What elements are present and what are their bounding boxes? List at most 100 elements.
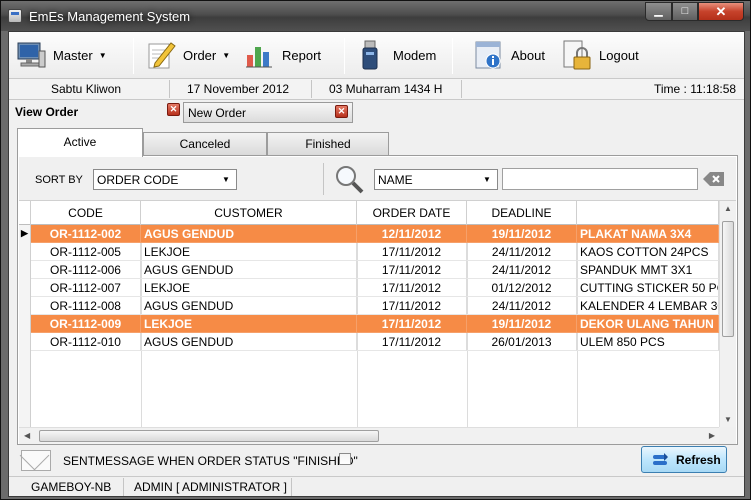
cell-code[interactable]: OR-1112-007 <box>31 279 141 297</box>
vertical-scrollbar[interactable]: ▲ ▼ <box>719 201 736 427</box>
cell-deadline[interactable]: 19/11/2012 <box>467 315 577 333</box>
cell-order-date[interactable]: 17/11/2012 <box>357 333 467 351</box>
minimize-button[interactable]: ▁ <box>645 2 672 21</box>
cell-customer[interactable]: LEKJOE <box>141 315 357 333</box>
table-row[interactable]: OR-1112-006 AGUS GENDUD 17/11/2012 24/11/20… <box>19 261 719 279</box>
cell-deadline[interactable]: 24/11/2012 <box>467 261 577 279</box>
app-window: EmEs Management System ▁ □ ✕ Master ▼ Or… <box>0 0 751 500</box>
cell-customer[interactable]: AGUS GENDUD <box>141 297 357 315</box>
row-header-corner <box>19 201 31 225</box>
cell-customer[interactable]: AGUS GENDUD <box>141 333 357 351</box>
send-message-checkbox[interactable] <box>339 453 351 465</box>
scroll-right-icon[interactable]: ▶ <box>709 431 715 440</box>
order-grid: CODE CUSTOMER ORDER DATE DEADLINE ▶ OR-11… <box>19 201 736 444</box>
cell-item[interactable]: PLAKAT NAMA 3X4 <box>577 225 719 243</box>
cell-item[interactable]: DEKOR ULANG TAHUN <box>577 315 719 333</box>
cell-order-date[interactable]: 17/11/2012 <box>357 315 467 333</box>
refresh-button[interactable]: Refresh <box>641 446 727 473</box>
search-field-select[interactable]: NAME ▼ <box>374 169 498 190</box>
search-icon <box>333 163 365 195</box>
cell-code[interactable]: OR-1112-008 <box>31 297 141 315</box>
cell-deadline[interactable]: 01/12/2012 <box>467 279 577 297</box>
toolbar-separator <box>133 38 134 74</box>
cell-item[interactable]: SPANDUK MMT 3X1 <box>577 261 719 279</box>
cell-order-date[interactable]: 17/11/2012 <box>357 243 467 261</box>
app-icon[interactable] <box>8 9 22 23</box>
column-header-code[interactable]: CODE <box>31 201 141 225</box>
horizontal-scroll-thumb[interactable] <box>39 430 379 442</box>
clear-search-icon[interactable] <box>703 171 725 187</box>
title-bar[interactable]: EmEs Management System ▁ □ ✕ <box>1 1 750 31</box>
scroll-down-icon[interactable]: ▼ <box>724 415 732 424</box>
column-header-order-date[interactable]: ORDER DATE <box>357 201 467 225</box>
cell-code[interactable]: OR-1112-002 <box>31 225 141 243</box>
row-header[interactable] <box>19 333 31 351</box>
tab-finished[interactable]: Finished <box>267 132 389 156</box>
cell-order-date[interactable]: 17/11/2012 <box>357 261 467 279</box>
cell-customer[interactable]: LEKJOE <box>141 279 357 297</box>
row-header[interactable] <box>19 243 31 261</box>
cell-code[interactable]: OR-1112-005 <box>31 243 141 261</box>
cell-item[interactable]: ULEM 850 PCS <box>577 333 719 351</box>
current-row-indicator-icon: ▶ <box>21 228 28 238</box>
column-header-deadline[interactable]: DEADLINE <box>467 201 577 225</box>
tab-view-order[interactable]: View Order <box>11 102 169 123</box>
status-separator <box>311 80 312 98</box>
table-row[interactable]: OR-1112-010 AGUS GENDUD 17/11/2012 26/01/20… <box>19 333 719 351</box>
row-header[interactable] <box>19 261 31 279</box>
row-header[interactable] <box>19 315 31 333</box>
toolbar-logout[interactable]: Logout <box>561 37 639 73</box>
close-tab-icon[interactable]: ✕ <box>335 105 348 118</box>
toolbar-about[interactable]: About <box>473 37 545 73</box>
close-button[interactable]: ✕ <box>698 2 744 21</box>
toolbar-master[interactable]: Master ▼ <box>15 37 107 73</box>
row-header[interactable] <box>19 279 31 297</box>
cell-order-date[interactable]: 12/11/2012 <box>357 225 467 243</box>
cell-item[interactable]: KALENDER 4 LEMBAR 30 PC <box>577 297 719 315</box>
toolbar-order[interactable]: Order ▼ <box>145 37 230 73</box>
vertical-scroll-thumb[interactable] <box>722 221 734 337</box>
date-label: 17 November 2012 <box>187 82 290 96</box>
scroll-up-icon[interactable]: ▲ <box>724 204 732 213</box>
tab-new-order[interactable]: New Order ✕ <box>183 102 353 123</box>
cell-code[interactable]: OR-1112-010 <box>31 333 141 351</box>
maximize-button[interactable]: □ <box>672 2 698 21</box>
document-tabs: View Order ✕ New Order ✕ <box>9 100 744 124</box>
scroll-left-icon[interactable]: ◀ <box>24 431 30 440</box>
cell-customer[interactable]: LEKJOE <box>141 243 357 261</box>
cell-order-date[interactable]: 17/11/2012 <box>357 297 467 315</box>
toolbar-modem[interactable]: Modem <box>355 37 436 73</box>
cell-customer[interactable]: AGUS GENDUD <box>141 225 357 243</box>
column-header-item[interactable] <box>577 201 719 225</box>
table-row[interactable]: ▶ OR-1112-002 AGUS GENDUD 12/11/2012 19/11/2… <box>19 225 719 243</box>
cell-deadline[interactable]: 19/11/2012 <box>467 225 577 243</box>
table-row[interactable]: OR-1112-005 LEKJOE 17/11/2012 24/11/2012 KAO… <box>19 243 719 261</box>
cell-code[interactable]: OR-1112-006 <box>31 261 141 279</box>
column-header-customer[interactable]: CUSTOMER <box>141 201 357 225</box>
cell-deadline[interactable]: 26/01/2013 <box>467 333 577 351</box>
cell-order-date[interactable]: 17/11/2012 <box>357 279 467 297</box>
cell-code[interactable]: OR-1112-009 <box>31 315 141 333</box>
sort-by-select[interactable]: ORDER CODE ▼ <box>93 169 237 190</box>
close-tab-icon[interactable]: ✕ <box>167 103 180 116</box>
cell-deadline[interactable]: 24/11/2012 <box>467 243 577 261</box>
status-separator <box>291 478 292 496</box>
horizontal-scrollbar[interactable]: ◀ ▶ <box>19 427 719 444</box>
toolbar-logout-label: Logout <box>599 47 639 63</box>
cell-customer[interactable]: AGUS GENDUD <box>141 261 357 279</box>
grid-header: CODE CUSTOMER ORDER DATE DEADLINE <box>19 201 719 225</box>
cell-deadline[interactable]: 24/11/2012 <box>467 297 577 315</box>
bar-chart-icon <box>244 39 276 71</box>
toolbar-report[interactable]: Report <box>244 37 321 73</box>
row-header[interactable] <box>19 297 31 315</box>
tab-active[interactable]: Active <box>17 128 143 157</box>
row-header[interactable]: ▶ <box>19 225 31 243</box>
tab-view-order-label: View Order <box>15 105 79 119</box>
table-row[interactable]: OR-1112-009 LEKJOE 17/11/2012 19/11/2012 DEK… <box>19 315 719 333</box>
table-row[interactable]: OR-1112-008 AGUS GENDUD 17/11/2012 24/11/20… <box>19 297 719 315</box>
search-input[interactable] <box>502 168 698 190</box>
cell-item[interactable]: KAOS COTTON 24PCS <box>577 243 719 261</box>
tab-canceled[interactable]: Canceled <box>143 132 267 156</box>
cell-item[interactable]: CUTTING STICKER 50 PCS <box>577 279 719 297</box>
table-row[interactable]: OR-1112-007 LEKJOE 17/11/2012 01/12/2012 CUT… <box>19 279 719 297</box>
